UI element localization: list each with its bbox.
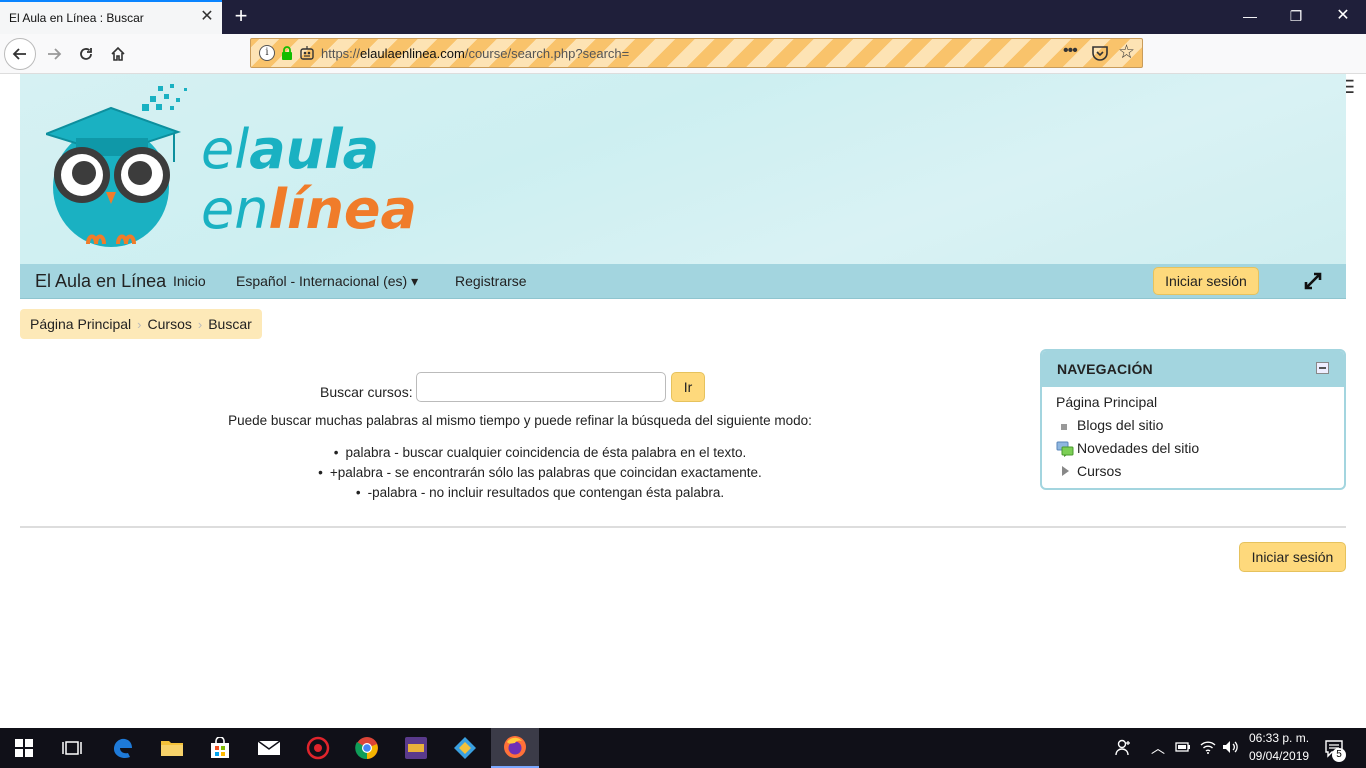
page-actions-menu-icon[interactable]: ••• [1063, 42, 1078, 60]
taskbar-file-explorer[interactable] [148, 728, 196, 768]
clock-time[interactable]: 06:33 p. m. [1249, 731, 1309, 745]
window-minimize-button[interactable]: — [1230, 4, 1270, 28]
navigation-block-title: NAVEGACIÓN [1057, 361, 1153, 377]
home-icon [111, 46, 125, 61]
login-button[interactable]: Iniciar sesión [1153, 267, 1259, 295]
search-tip-item: -palabra - no incluir resultados que con… [20, 483, 1060, 503]
tab-title: El Aula en Línea : Buscar [9, 11, 144, 25]
pocket-icon[interactable] [1091, 44, 1109, 62]
wifi-icon[interactable] [1200, 739, 1216, 755]
forward-button[interactable] [38, 38, 70, 70]
nav-block-item-news[interactable]: Novedades del sitio [1077, 440, 1199, 456]
footer-divider [20, 526, 1346, 528]
site-navbar: El Aula en Línea Inicio Español - Intern… [20, 264, 1346, 299]
bookmark-star-icon[interactable]: ☆ [1118, 41, 1135, 64]
game-app-icon [405, 737, 427, 759]
language-label: Español - Internacional (es) [236, 273, 408, 289]
taskbar-store[interactable] [196, 728, 244, 768]
site-name-link[interactable]: El Aula en Línea [35, 271, 166, 292]
taskbar-edge[interactable] [99, 728, 147, 768]
mail-icon [257, 740, 281, 755]
browser-titlebar: El Aula en Línea : Buscar ✕ + — ❐ ✕ [0, 0, 1366, 34]
site-logo[interactable]: elaula enlínea [46, 82, 446, 252]
footer-login-button[interactable]: Iniciar sesión [1239, 542, 1346, 572]
task-view-button[interactable] [48, 728, 96, 768]
back-button[interactable] [4, 38, 36, 70]
breadcrumb-item-courses[interactable]: Cursos [148, 316, 192, 332]
taskbar-game[interactable] [392, 728, 440, 768]
browser-toolbar: i https://elaulaenlinea.com/course/searc… [0, 34, 1366, 97]
breadcrumb: Página Principal › Cursos › Buscar [20, 309, 262, 339]
window-close-button[interactable]: ✕ [1323, 4, 1363, 28]
notification-count-badge: 5 [1332, 748, 1346, 762]
nav-block-item-blogs[interactable]: Blogs del sitio [1077, 417, 1163, 433]
start-button[interactable] [0, 728, 48, 768]
url-text[interactable]: https://elaulaenlinea.com/course/search.… [321, 46, 629, 61]
task-view-icon [62, 741, 82, 755]
new-tab-button[interactable]: + [230, 4, 252, 28]
logo-text-line1: elaula [201, 118, 379, 181]
site-header-banner: elaula enlínea [20, 74, 1346, 264]
search-tip-item: palabra - buscar cualquier coincidencia … [20, 443, 1060, 463]
search-help-text: Puede buscar muchas palabras al mismo ti… [228, 413, 812, 428]
breadcrumb-item-search[interactable]: Buscar [208, 316, 252, 332]
firefox-icon [504, 736, 526, 758]
chrome-icon [355, 737, 378, 760]
forward-arrow-icon [48, 48, 62, 60]
home-button[interactable] [102, 38, 134, 70]
window-restore-button[interactable]: ❐ [1276, 4, 1316, 28]
caret-down-icon: ▾ [411, 273, 419, 289]
taskbar-mail[interactable] [245, 728, 293, 768]
people-icon[interactable] [1114, 738, 1132, 756]
breadcrumb-separator-icon: › [137, 316, 142, 332]
nav-link-home[interactable]: Inicio [173, 273, 206, 289]
search-tip-item: +palabra - se encontrarán sólo las palab… [20, 463, 1060, 483]
battery-icon[interactable] [1175, 741, 1191, 753]
bullet-icon [1061, 424, 1067, 430]
browser-tab[interactable]: El Aula en Línea : Buscar ✕ [0, 0, 222, 34]
breadcrumb-separator-icon: › [197, 316, 203, 332]
reload-icon [80, 48, 92, 60]
taskbar-chrome[interactable] [343, 728, 391, 768]
collapse-block-icon[interactable] [1316, 362, 1329, 374]
show-hidden-icons-chevron-icon[interactable]: ︿ [1151, 738, 1165, 758]
nav-link-register[interactable]: Registrarse [455, 273, 527, 289]
taskbar-app-red[interactable] [294, 728, 342, 768]
expand-arrow-icon[interactable] [1062, 466, 1069, 476]
autoplay-blocked-icon[interactable] [299, 45, 315, 61]
back-arrow-icon [12, 48, 26, 60]
volume-icon[interactable] [1222, 739, 1238, 755]
reload-button[interactable] [70, 38, 102, 70]
folder-icon [161, 741, 183, 756]
edge-icon [114, 738, 132, 759]
taskbar-app-diamond[interactable] [441, 728, 489, 768]
clock-date[interactable]: 09/04/2019 [1249, 749, 1309, 763]
navigation-block-header: NAVEGACIÓN [1042, 351, 1344, 387]
taskbar-firefox[interactable] [491, 728, 539, 768]
logo-text-line2: enlínea [201, 178, 417, 241]
site-info-icon[interactable]: i [259, 45, 275, 61]
forum-news-icon [1056, 441, 1074, 457]
language-dropdown[interactable]: Español - Internacional (es) ▾ [236, 273, 418, 290]
red-gear-icon [306, 736, 330, 760]
windows-taskbar: ︿ 06:33 p. m. 09/04/2019 5 [0, 728, 1366, 768]
nav-block-item-home[interactable]: Página Principal [1056, 394, 1157, 410]
address-bar[interactable]: i https://elaulaenlinea.com/course/searc… [250, 38, 1143, 68]
search-courses-label: Buscar cursos: [320, 384, 413, 400]
navigation-block: NAVEGACIÓN Página Principal Blogs del si… [1040, 349, 1346, 490]
lock-icon[interactable] [281, 45, 293, 61]
search-go-button[interactable]: Ir [671, 372, 705, 402]
fullscreen-expand-icon[interactable] [1302, 270, 1324, 292]
url-domain: elaulaenlinea.com [360, 46, 465, 61]
tab-close-icon[interactable]: ✕ [198, 8, 216, 26]
store-bag-icon [211, 737, 229, 758]
search-courses-input[interactable] [416, 372, 666, 402]
windows-logo-icon [15, 739, 33, 757]
url-path: /course/search.php?search= [464, 46, 630, 61]
nav-block-item-courses[interactable]: Cursos [1077, 463, 1121, 479]
diamond-app-icon [454, 737, 476, 759]
breadcrumb-item-home[interactable]: Página Principal [30, 316, 131, 332]
url-scheme: https:// [321, 46, 361, 61]
search-tips-list: palabra - buscar cualquier coincidencia … [20, 443, 1060, 503]
